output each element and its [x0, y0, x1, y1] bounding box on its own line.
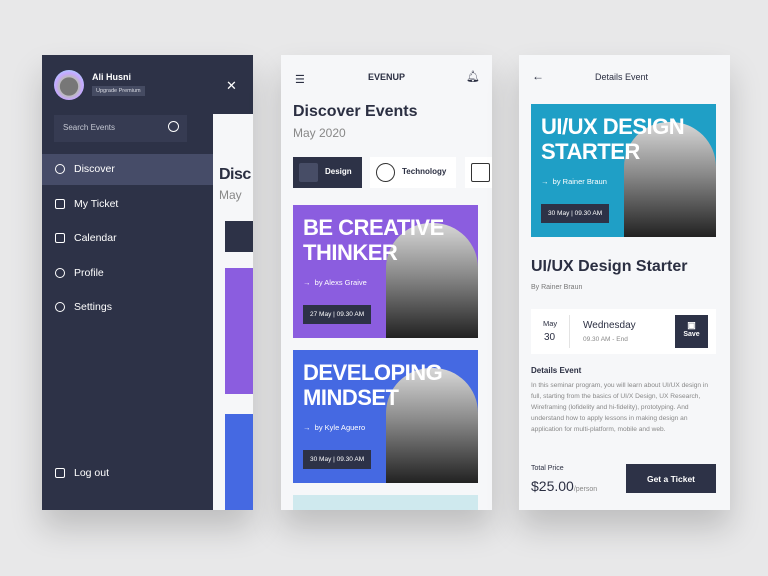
back-arrow-icon[interactable]: ←: [532, 69, 544, 83]
sidebar-item-profile[interactable]: Profile: [42, 258, 213, 289]
header-title: Details Event: [595, 72, 649, 82]
avatar[interactable]: [54, 70, 84, 100]
price: $25.00/person: [531, 478, 597, 494]
calendar-icon: ▣: [687, 320, 696, 330]
design-icon: [299, 163, 318, 182]
ticket-icon: [55, 199, 65, 209]
event-card-peek: [293, 495, 478, 510]
compass-icon: [55, 164, 65, 174]
date: 27 May: [310, 311, 332, 318]
day: 30: [544, 332, 556, 343]
peek-tab: [225, 221, 253, 252]
peek-card: [225, 268, 253, 394]
event-title: BE CREATIVE: [303, 215, 444, 240]
search-icon[interactable]: [168, 121, 179, 132]
event-title: UI/UX Design Starter: [531, 258, 688, 275]
menu-label: My Ticket: [74, 198, 119, 210]
event-speaker: → by Alexs Graive: [303, 278, 367, 287]
discover-screen: ☰ EVENUP 🔔︎ Discover Events May 2020 Des…: [281, 55, 492, 510]
sidebar-item-discover[interactable]: Discover: [42, 154, 213, 185]
tab-label: Design: [325, 167, 352, 176]
event-date-badge: 27 May | 09.30 AM: [303, 305, 372, 324]
menu-label: Profile: [74, 267, 104, 279]
search-placeholder: Search Events: [63, 123, 116, 132]
event-title: STARTER: [541, 139, 640, 164]
get-ticket-button[interactable]: Get a Ticket: [626, 464, 716, 493]
tab-more[interactable]: [465, 157, 492, 188]
time: 09.30 AM: [574, 210, 603, 217]
event-date-badge: 30 May | 09.30 AM: [303, 450, 372, 469]
peek-title: Disc: [219, 166, 251, 183]
app-logo: EVENUP: [368, 72, 405, 82]
section-title: Details Event: [531, 366, 582, 375]
weekday: Wednesday: [583, 320, 636, 331]
background-screen-peek: Disc May: [213, 114, 253, 510]
save-label: Save: [683, 331, 700, 338]
speaker-name: by Rainer Braun: [552, 177, 607, 186]
category-icon: [471, 163, 490, 182]
event-description: In this seminar program, you will learn …: [531, 382, 709, 433]
gear-icon: [55, 302, 65, 312]
date: 30 May: [548, 210, 570, 217]
logout-button[interactable]: Log out: [42, 458, 213, 489]
user-icon: [55, 268, 65, 278]
event-title: THINKER: [303, 240, 398, 265]
event-title: DEVELOPING: [303, 360, 443, 385]
event-title: MINDSET: [303, 385, 399, 410]
time-range: 09.30 AM - End: [583, 336, 628, 343]
bell-icon[interactable]: 🔔︎: [466, 70, 480, 83]
peek-subtitle: May: [219, 188, 242, 202]
date: 30 May: [310, 456, 332, 463]
event-card[interactable]: DEVELOPING MINDSET → by Kyle Aguero 30 Ma…: [293, 350, 478, 483]
event-speaker: → by Rainer Braun: [541, 177, 607, 186]
globe-icon: [376, 163, 395, 182]
month: May: [543, 319, 558, 328]
tab-design[interactable]: Design: [293, 157, 362, 188]
divider: [569, 315, 570, 348]
page-title: Discover Events: [293, 103, 418, 120]
logout-icon: [55, 468, 65, 478]
calendar-icon: [55, 233, 65, 243]
search-input[interactable]: Search Events: [54, 115, 187, 142]
date-card: May 30 Wednesday 09.30 AM - End ▣ Save: [531, 309, 716, 354]
tab-label: Technology: [402, 167, 447, 176]
menu-label: Log out: [74, 467, 110, 479]
event-card[interactable]: BE CREATIVE THINKER → by Alexs Graive 27 …: [293, 205, 478, 338]
sidebar-item-settings[interactable]: Settings: [42, 292, 213, 323]
event-date-badge: 30 May | 09.30 AM: [541, 204, 610, 223]
menu-label: Settings: [74, 301, 112, 313]
sidebar-item-calendar[interactable]: Calendar: [42, 223, 213, 254]
speaker-name: by Alexs Graive: [314, 278, 367, 287]
sidebar-item-my-ticket[interactable]: My Ticket: [42, 189, 213, 220]
price-unit: /person: [573, 486, 598, 493]
event-author: By Rainer Braun: [531, 284, 583, 291]
logo-part: UP: [392, 72, 406, 82]
event-title: UI/UX DESIGN: [541, 114, 685, 139]
drawer-screen: Disc May Ali Husni Upgrade Premium ✕ Sea…: [42, 55, 253, 510]
event-banner: UI/UX DESIGN STARTER → by Rainer Braun 30…: [531, 104, 716, 237]
price-value: $25.00: [531, 478, 574, 494]
time: 09.30 AM: [336, 456, 365, 463]
time: 09.30 AM: [336, 311, 365, 318]
save-button[interactable]: ▣ Save: [675, 315, 708, 348]
event-speaker: → by Kyle Aguero: [303, 423, 366, 432]
logo-part: EVEN: [368, 72, 393, 82]
upgrade-premium-badge[interactable]: Upgrade Premium: [92, 86, 145, 96]
price-label: Total Price: [531, 465, 564, 472]
tab-technology[interactable]: Technology: [370, 157, 456, 188]
menu-label: Discover: [74, 163, 115, 175]
speaker-name: by Kyle Aguero: [314, 423, 366, 432]
menu-icon[interactable]: ☰: [295, 73, 305, 86]
peek-card: [225, 414, 253, 510]
page-subtitle: May 2020: [293, 126, 346, 140]
close-icon[interactable]: ✕: [226, 78, 237, 94]
user-name: Ali Husni: [92, 72, 132, 82]
menu-label: Calendar: [74, 232, 117, 244]
details-screen: ← Details Event UI/UX DESIGN STARTER → by…: [519, 55, 730, 510]
